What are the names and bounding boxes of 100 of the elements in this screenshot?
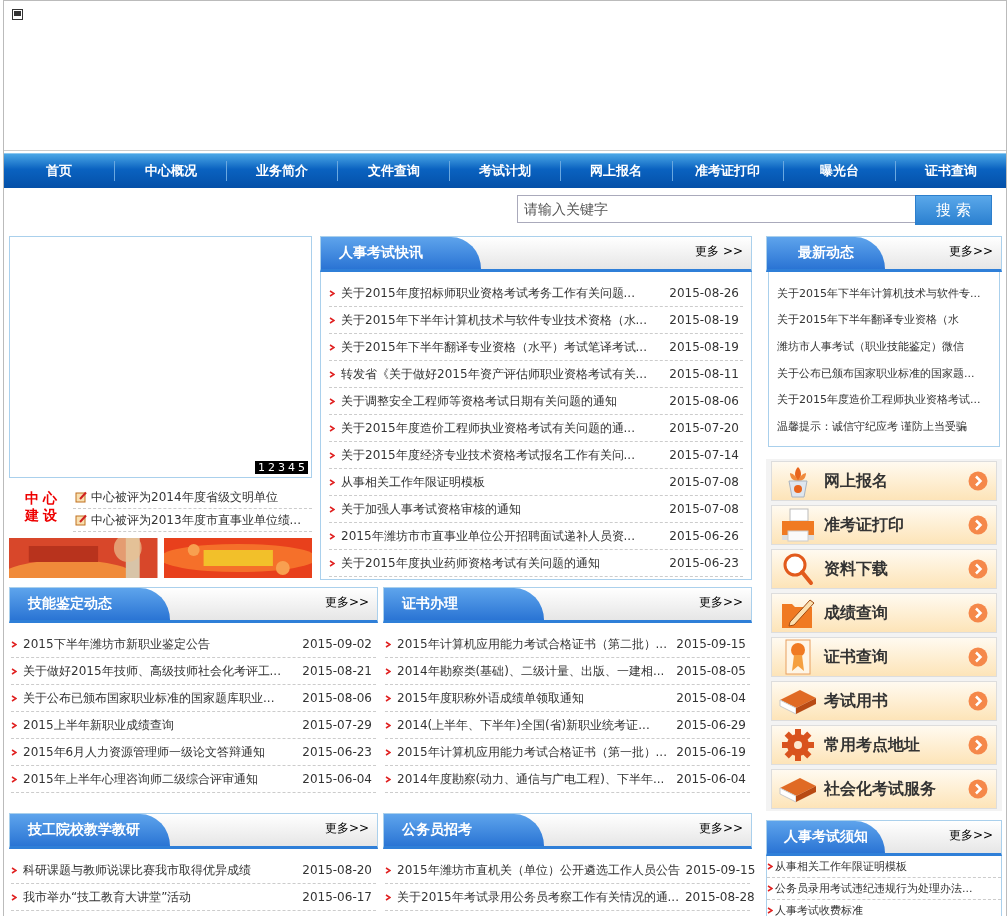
news-link[interactable]: 关于公布已颁布国家职业标准的国家题库职业... (23, 689, 297, 707)
panel-title: 证书办理 (384, 588, 544, 620)
news-link[interactable]: 2014年度勘察(动力、通信与广电工程)、下半年... (397, 770, 671, 788)
nav-item[interactable]: 证书查询 (895, 162, 1006, 180)
more-link[interactable]: 更多>> (948, 237, 1001, 269)
news-link[interactable]: 关于加强人事考试资格审核的通知 (341, 500, 664, 518)
page-number[interactable]: 3 (278, 461, 285, 474)
news-link[interactable]: 温馨提示：诚信守纪应考 谨防上当受骗 (777, 419, 999, 435)
bullet-icon (11, 721, 17, 729)
news-link[interactable]: 转发省《关于做好2015年资产评估师职业资格考试有关... (341, 365, 664, 383)
news-link[interactable]: 科研课题与教师说课比赛我市取得优异成绩 (23, 861, 297, 879)
note-pencil-icon (75, 514, 87, 526)
bullet-icon (329, 532, 335, 540)
bullet-icon (329, 397, 335, 405)
date-text: 2015-06-23 (302, 745, 372, 759)
chevron-icon (968, 735, 988, 755)
page-number[interactable]: 4 (288, 461, 295, 474)
news-link[interactable]: 从事相关工作年限证明模板 (775, 859, 907, 874)
news-link[interactable]: 我市举办“技工教育大讲堂”活动 (23, 888, 297, 906)
news-link[interactable]: 关于2015年度经济专业技术资格考试报名工作有关问... (341, 446, 664, 464)
date-text: 2015-07-29 (302, 718, 372, 732)
news-link[interactable]: 2015年6月人力资源管理师一级论文答辩通知 (23, 743, 297, 761)
more-link[interactable]: 更多>> (698, 588, 751, 620)
news-link[interactable]: 关于2015年下半年计算机技术与软件专... (777, 285, 999, 301)
date-text: 2015-08-21 (302, 664, 372, 678)
quick-link-button[interactable]: 考试用书 (771, 681, 997, 721)
bullet-icon (329, 559, 335, 567)
news-link[interactable]: 2015年计算机应用能力考试合格证书（第一批）... (397, 743, 671, 761)
nav-item[interactable]: 网上报名 (561, 162, 672, 180)
nav-item[interactable]: 首页 (4, 162, 115, 180)
news-link[interactable]: 2015年潍坊市直机关（单位）公开遴选工作人员公告 (397, 861, 680, 879)
news-link[interactable]: 关于2015年下半年计算机技术与软件专业技术资格（水... (341, 311, 664, 329)
news-link[interactable]: 潍坊市人事考试（职业技能鉴定）微信 (777, 339, 999, 355)
news-link[interactable]: 关于2015年下半年翻译专业资格（水 (777, 312, 999, 328)
news-link[interactable]: 公务员录用考试违纪违规行为处理办法... (775, 881, 973, 896)
news-link[interactable]: 关于做好2015年技师、高级技师社会化考评工... (23, 662, 297, 680)
bullet-icon (385, 640, 391, 648)
image-icon (12, 9, 23, 20)
date-text: 2015-08-28 (685, 890, 755, 904)
quick-link-button[interactable]: 资料下载 (771, 549, 997, 589)
nav-item[interactable]: 文件查询 (338, 162, 449, 180)
news-link[interactable]: 关于2015年度执业药师资格考试有关问题的通知 (341, 554, 664, 572)
chevron-icon (968, 603, 988, 623)
bullet-icon (329, 370, 335, 378)
nav-item[interactable]: 考试计划 (449, 162, 561, 180)
date-text: 2015-08-05 (676, 664, 746, 678)
quick-link-button[interactable]: 准考证打印 (771, 505, 997, 545)
news-link[interactable]: 2015下半年潍坊市新职业鉴定公告 (23, 635, 297, 653)
page-number[interactable]: 1 (258, 461, 265, 474)
news-link[interactable]: 人事考试收费标准 (775, 903, 863, 916)
news-link[interactable]: 关于2015年下半年翻译专业资格（水平）考试笔译考试... (341, 338, 664, 356)
quick-link-button[interactable]: 成绩查询 (771, 593, 997, 633)
more-link[interactable]: 更多>> (948, 821, 1001, 853)
panel-title: 技能鉴定动态 (10, 588, 170, 620)
more-link[interactable]: 更多 >> (695, 237, 751, 269)
quick-link-button[interactable]: 社会化考试服务 (771, 769, 997, 809)
bullet-icon (385, 893, 391, 901)
quick-link-button[interactable]: 网上报名 (771, 461, 997, 501)
news-link[interactable]: 2015年潍坊市市直事业单位公开招聘面试递补人员资... (341, 527, 664, 545)
news-link[interactable]: 中心被评为2014年度省级文明单位 (91, 488, 278, 506)
more-link[interactable]: 更多>> (698, 814, 751, 846)
date-text: 2015-06-04 (676, 772, 746, 786)
date-text: 2015-08-20 (302, 863, 372, 877)
date-text: 2015-08-19 (669, 340, 739, 354)
news-link[interactable]: 关于2015年度造价工程师执业资格考试有关问题的通... (341, 419, 664, 437)
bullet-icon (329, 316, 335, 324)
bullet-icon (767, 885, 773, 892)
more-link[interactable]: 更多>> (324, 588, 377, 620)
news-link[interactable]: 2015上半年新职业成绩查询 (23, 716, 297, 734)
page-number[interactable]: 5 (298, 461, 305, 474)
date-text: 2015-07-20 (669, 421, 739, 435)
bullet-icon (385, 667, 391, 675)
nav-item[interactable]: 中心概况 (115, 162, 226, 180)
date-text: 2015-09-15 (676, 637, 746, 651)
date-text: 2015-06-19 (676, 745, 746, 759)
quick-link-button[interactable]: 常用考点地址 (771, 725, 997, 765)
news-link[interactable]: 关于2015年度造价工程师执业资格考试... (777, 392, 999, 408)
nav-item[interactable]: 业务简介 (226, 162, 338, 180)
date-text: 2015-06-23 (669, 556, 739, 570)
news-link[interactable]: 2014年勘察类(基础)、二级计量、出版、一建相... (397, 662, 671, 680)
news-link[interactable]: 关于调整安全工程师等资格考试日期有关问题的通知 (341, 392, 664, 410)
news-link[interactable]: 关于公布已颁布国家职业标准的国家题... (777, 365, 999, 381)
quick-link-button[interactable]: 证书查询 (771, 637, 997, 677)
news-link[interactable]: 关于2015年考试录用公务员考察工作有关情况的通... (397, 888, 679, 906)
news-link[interactable]: 2015年计算机应用能力考试合格证书（第二批）... (397, 635, 671, 653)
nav-item[interactable]: 曝光台 (784, 162, 895, 180)
bullet-icon (11, 640, 17, 648)
bullet-icon (329, 343, 335, 351)
news-link[interactable]: 2014(上半年、下半年)全国(省)新职业统考证... (397, 716, 671, 734)
chevron-icon (968, 647, 988, 667)
news-link[interactable]: 2015年度职称外语成绩单领取通知 (397, 689, 671, 707)
bullet-icon (767, 863, 773, 870)
more-link[interactable]: 更多>> (324, 814, 377, 846)
news-link[interactable]: 从事相关工作年限证明模板 (341, 473, 664, 491)
news-link[interactable]: 2015年上半年心理咨询师二级综合评审通知 (23, 770, 297, 788)
news-link[interactable]: 中心被评为2013年度市直事业单位绩... (91, 511, 301, 529)
page-number[interactable]: 2 (268, 461, 275, 474)
nav-item[interactable]: 准考证打印 (672, 162, 784, 180)
search-field[interactable]: 请输入关键字 (517, 195, 915, 223)
news-link[interactable]: 关于2015年度招标师职业资格考试考务工作有关问题... (341, 284, 664, 302)
